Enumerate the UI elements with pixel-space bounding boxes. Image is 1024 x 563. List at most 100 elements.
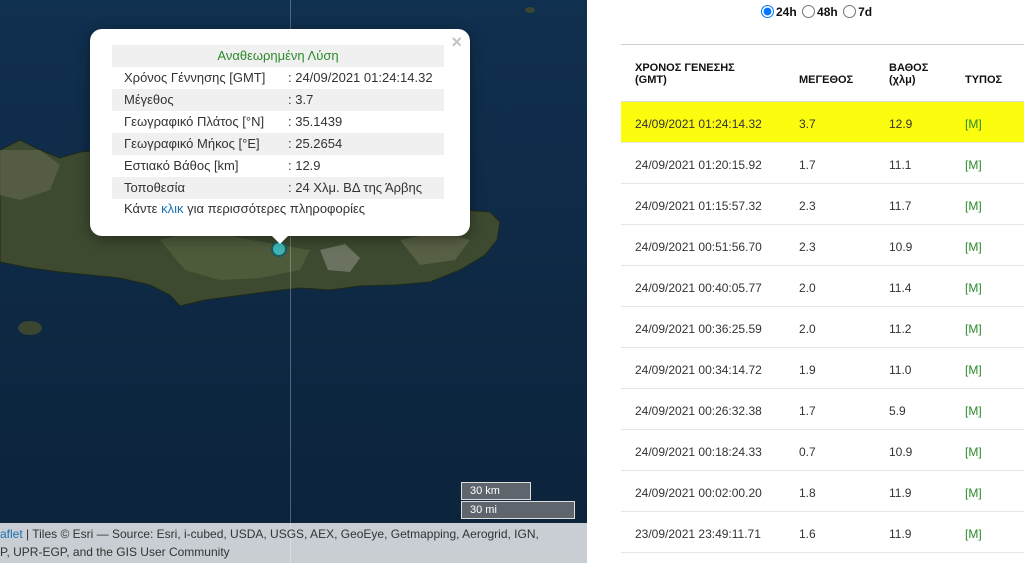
table-header: ΧΡΟΝΟΣ ΓΕΝΕΣΗΣ (GMT) ΜΕΓΕΘΟΣ ΒΑΘΟΣ (χλμ)…: [621, 44, 1024, 102]
cell-depth: 5.9: [889, 404, 906, 418]
table-row[interactable]: 24/09/2021 00:02:00.20 1.8 11.9 [M]: [621, 471, 1024, 512]
popup-row-longitude: Γεωγραφικό Μήκος [°E] : 25.2654: [112, 133, 444, 155]
cell-depth: 11.7: [889, 199, 912, 213]
header-type[interactable]: ΤΥΠΟΣ: [965, 74, 1002, 86]
scale-bar-mi: 30 mi: [461, 501, 575, 519]
cell-type[interactable]: [M]: [965, 445, 982, 459]
cell-depth: 11.2: [889, 322, 912, 336]
popup-row-location: Τοποθεσία : 24 Χλμ. ΒΔ της Άρβης: [112, 177, 444, 199]
close-icon[interactable]: ×: [451, 33, 462, 51]
table-row[interactable]: 24/09/2021 00:18:24.33 0.7 10.9 [M]: [621, 430, 1024, 471]
row-value: : 24/09/2021 01:24:14.32: [288, 70, 433, 85]
cell-type[interactable]: [M]: [965, 240, 982, 254]
cell-magnitude: 1.7: [799, 158, 816, 172]
table-row[interactable]: 24/09/2021 00:51:56.70 2.3 10.9 [M]: [621, 225, 1024, 266]
events-table: ΧΡΟΝΟΣ ΓΕΝΕΣΗΣ (GMT) ΜΕΓΕΘΟΣ ΒΑΘΟΣ (χλμ)…: [621, 44, 1024, 553]
row-label: Γεωγραφικό Μήκος [°E]: [124, 136, 260, 151]
row-value: : 3.7: [288, 92, 314, 107]
row-label: Γεωγραφικό Πλάτος [°N]: [124, 114, 265, 129]
radio-48h[interactable]: [802, 5, 816, 18]
more-info-link[interactable]: κλικ: [161, 201, 183, 216]
leaflet-link[interactable]: aflet: [0, 527, 23, 541]
cell-magnitude: 1.6: [799, 527, 816, 541]
popup-row-magnitude: Μέγεθος : 3.7: [112, 89, 444, 111]
row-value: : 24 Χλμ. ΒΔ της Άρβης: [288, 180, 422, 195]
radio-24h[interactable]: [761, 5, 774, 18]
attribution-text-2: P, UPR-EGP, and the GIS User Community: [0, 545, 230, 559]
cell-magnitude: 2.0: [799, 281, 816, 295]
popup-pointer: [270, 234, 290, 244]
cell-type[interactable]: [M]: [965, 486, 982, 500]
cell-type[interactable]: [M]: [965, 322, 982, 336]
cell-magnitude: 3.7: [799, 117, 816, 131]
map-view[interactable]: × Αναθεωρημένη Λύση Χρόνος Γέννησης [GMT…: [0, 0, 587, 563]
row-value: : 25.2654: [288, 136, 343, 151]
cell-type[interactable]: [M]: [965, 527, 982, 541]
row-label: Χρόνος Γέννησης [GMT]: [124, 70, 266, 85]
cell-time: 24/09/2021 01:24:14.32: [635, 117, 762, 131]
cell-depth: 11.0: [889, 363, 912, 377]
popup-row-latitude: Γεωγραφικό Πλάτος [°N] : 35.1439: [112, 111, 444, 133]
filter-label: 7d: [858, 5, 873, 19]
cell-depth: 10.9: [889, 240, 913, 254]
filter-label: 48h: [817, 5, 838, 19]
cell-time: 24/09/2021 01:15:57.32: [635, 199, 762, 213]
cell-type[interactable]: [M]: [965, 158, 982, 172]
more-info-suffix: για περισσότερες πληροφορίες: [183, 201, 366, 216]
event-popup: × Αναθεωρημένη Λύση Χρόνος Γέννησης [GMT…: [90, 29, 470, 236]
table-row[interactable]: 24/09/2021 01:24:14.32 3.7 12.9 [M]: [621, 102, 1024, 143]
cell-depth: 11.9: [889, 527, 912, 541]
table-row[interactable]: 24/09/2021 00:36:25.59 2.0 11.2 [M]: [621, 307, 1024, 348]
cell-time: 24/09/2021 00:02:00.20: [635, 486, 762, 500]
header-time-line1: ΧΡΟΝΟΣ ΓΕΝΕΣΗΣ: [635, 62, 735, 74]
cell-magnitude: 2.3: [799, 240, 816, 254]
popup-row-time: Χρόνος Γέννησης [GMT] : 24/09/2021 01:24…: [112, 67, 444, 89]
table-row[interactable]: 24/09/2021 00:26:32.38 1.7 5.9 [M]: [621, 389, 1024, 430]
cell-depth: 12.9: [889, 117, 913, 131]
cell-magnitude: 1.9: [799, 363, 816, 377]
cell-time: 24/09/2021 01:20:15.92: [635, 158, 762, 172]
row-label: Εστιακό Βάθος [km]: [124, 158, 239, 173]
cell-time: 23/09/2021 23:49:11.71: [635, 527, 761, 541]
row-label: Τοποθεσία: [124, 180, 186, 195]
header-depth[interactable]: ΒΑΘΟΣ (χλμ): [889, 62, 928, 86]
filter-label: 24h: [776, 5, 797, 19]
more-info-prefix: Κάντε: [124, 201, 162, 216]
cell-type[interactable]: [M]: [965, 281, 982, 295]
cell-type[interactable]: [M]: [965, 363, 982, 377]
filter-48h[interactable]: 48h: [802, 5, 838, 19]
table-row[interactable]: 23/09/2021 23:49:11.71 1.6 11.9 [M]: [621, 512, 1024, 553]
header-time[interactable]: ΧΡΟΝΟΣ ΓΕΝΕΣΗΣ (GMT): [635, 62, 735, 86]
cell-depth: 11.9: [889, 486, 912, 500]
table-row[interactable]: 24/09/2021 00:40:05.77 2.0 11.4 [M]: [621, 266, 1024, 307]
header-depth-line2: (χλμ): [889, 74, 916, 86]
cell-magnitude: 2.0: [799, 322, 816, 336]
cell-depth: 11.1: [889, 158, 912, 172]
cell-type[interactable]: [M]: [965, 404, 982, 418]
table-row[interactable]: 24/09/2021 00:34:14.72 1.9 11.0 [M]: [621, 348, 1024, 389]
cell-type[interactable]: [M]: [965, 117, 982, 131]
radio-7d[interactable]: [843, 5, 857, 18]
row-value: : 12.9: [288, 158, 321, 173]
header-depth-line1: ΒΑΘΟΣ: [889, 62, 929, 74]
cell-time: 24/09/2021 00:40:05.77: [635, 281, 762, 295]
cell-time: 24/09/2021 00:18:24.33: [635, 445, 762, 459]
cell-depth: 11.4: [889, 281, 912, 295]
cell-magnitude: 1.7: [799, 404, 816, 418]
table-row[interactable]: 24/09/2021 01:20:15.92 1.7 11.1 [M]: [621, 143, 1024, 184]
scale-bar-km: 30 km: [461, 482, 531, 500]
more-info-text: Κάντε κλικ για περισσότερες πληροφορίες: [124, 201, 365, 216]
filter-7d[interactable]: 7d: [843, 5, 872, 19]
table-row[interactable]: 24/09/2021 01:15:57.32 2.3 11.7 [M]: [621, 184, 1024, 225]
cell-magnitude: 0.7: [799, 445, 816, 459]
cell-type[interactable]: [M]: [965, 199, 982, 213]
row-value: : 35.1439: [288, 114, 343, 129]
events-panel: 24h 48h 7d ΧΡΟΝΟΣ ΓΕΝΕΣΗΣ (GMT) ΜΕΓΕΘΟΣ …: [587, 0, 1024, 563]
map-attribution: aflet | Tiles © Esri — Source: Esri, i-c…: [0, 523, 587, 563]
popup-title: Αναθεωρημένη Λύση: [112, 45, 444, 67]
header-magnitude[interactable]: ΜΕΓΕΘΟΣ: [799, 74, 853, 86]
filter-24h[interactable]: 24h: [761, 5, 797, 19]
cell-time: 24/09/2021 00:26:32.38: [635, 404, 762, 418]
row-label: Μέγεθος: [124, 92, 174, 107]
time-range-filter: 24h 48h 7d: [761, 5, 874, 19]
